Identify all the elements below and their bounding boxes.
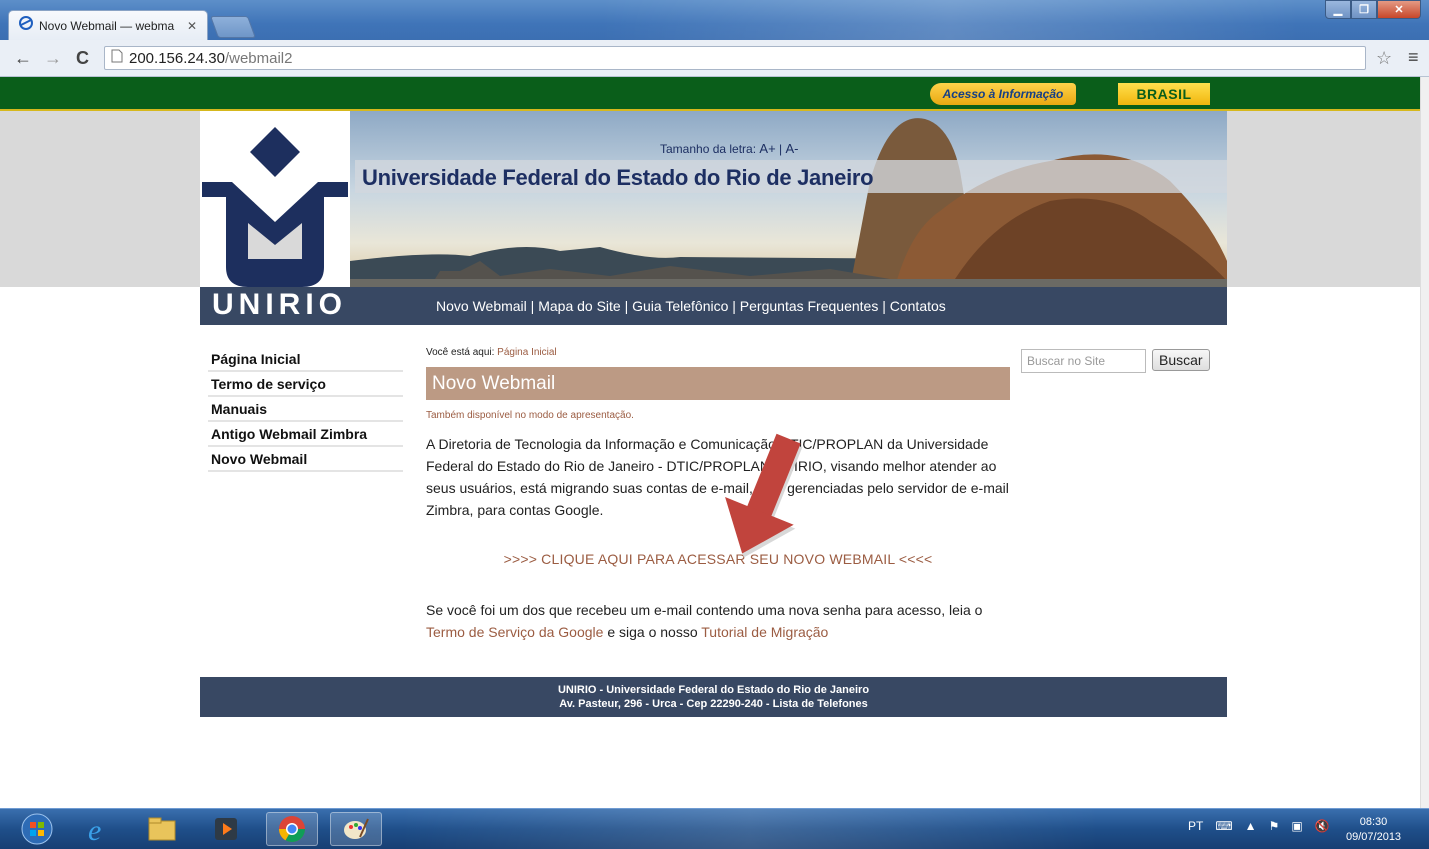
maximize-button[interactable]: ❐: [1351, 0, 1377, 19]
web-page: Acesso à Informação BRASIL Tamanho da le…: [0, 77, 1420, 808]
font-increase-link[interactable]: A+: [759, 141, 775, 156]
window-controls: ▁ ❐ ✕: [1325, 0, 1421, 19]
chrome-menu-icon[interactable]: ≡: [1408, 47, 1419, 68]
search-button[interactable]: Buscar: [1152, 349, 1210, 371]
breadcrumb-link[interactable]: Página Inicial: [497, 347, 556, 358]
network-icon[interactable]: ▣: [1291, 819, 1302, 833]
sidebar-item-novo-webmail[interactable]: Novo Webmail: [208, 447, 403, 472]
font-decrease-link[interactable]: A-: [785, 141, 798, 156]
font-sep: |: [775, 142, 786, 156]
browser-toolbar: ← → C 200.156.24.30/webmail2 ☆ ≡: [0, 40, 1429, 77]
font-size-controls: Tamanho da letra: A+ | A-: [660, 141, 798, 156]
titlebar-glow: [600, 0, 1300, 40]
brasil-link[interactable]: BRASIL: [1118, 83, 1210, 105]
internet-explorer-icon[interactable]: e: [72, 812, 124, 846]
taskbar-glow: [400, 809, 1100, 849]
svg-text:e: e: [88, 814, 101, 844]
header-landscape: [350, 111, 1227, 287]
page-title: Novo Webmail: [426, 367, 1010, 400]
language-indicator[interactable]: PT: [1188, 819, 1203, 833]
unirio-wordmark: UNIRIO: [212, 288, 347, 321]
minimize-button[interactable]: ▁: [1325, 0, 1351, 19]
windows-taskbar: e PT ⌨ ▲ ⚑ ▣ 🔇 08:30 09/07/2013: [0, 808, 1429, 849]
page-scrollbar[interactable]: [1420, 77, 1429, 808]
browser-tab[interactable]: Novo Webmail — webma ✕: [8, 10, 208, 40]
clock-date: 09/07/2013: [1346, 831, 1402, 843]
close-window-button[interactable]: ✕: [1377, 0, 1421, 19]
site-header: Tamanho da letra: A+ | A- Universidade F…: [200, 111, 1227, 287]
url-host: 200.156.24.30: [129, 49, 225, 67]
migration-tutorial-link[interactable]: Tutorial de Migração: [701, 624, 828, 640]
site-search: Buscar: [1021, 349, 1210, 373]
sidebar-item-manuais[interactable]: Manuais: [208, 397, 403, 422]
nav-contatos[interactable]: Contatos: [890, 298, 946, 314]
page-icon: [111, 49, 123, 67]
sidebar-item-pagina-inicial[interactable]: Página Inicial: [208, 347, 403, 372]
system-clock[interactable]: 08:30 09/07/2013: [1346, 815, 1401, 845]
footer-line-2[interactable]: Av. Pasteur, 296 - Urca - Cep 22290-240 …: [200, 697, 1227, 711]
unirio-logo[interactable]: [202, 127, 348, 287]
back-icon[interactable]: ←: [14, 48, 32, 69]
government-bar: Acesso à Informação BRASIL: [0, 77, 1420, 111]
breadcrumb: Você está aqui: Página Inicial: [426, 347, 1010, 358]
google-terms-link[interactable]: Termo de Serviço da Google: [426, 624, 603, 640]
font-size-label: Tamanho da letra:: [660, 142, 760, 156]
presentation-mode-link[interactable]: Também disponível no modo de apresentaçã…: [426, 410, 1010, 421]
paint-icon[interactable]: [330, 812, 382, 846]
keyboard-icon[interactable]: ⌨: [1215, 819, 1232, 833]
footer-line-1: UNIRIO - Universidade Federal do Estado …: [557, 684, 870, 696]
nav-novo-webmail[interactable]: Novo Webmail: [436, 298, 527, 314]
search-input[interactable]: [1021, 349, 1146, 373]
sidebar-item-termo-servico[interactable]: Termo de serviço: [208, 372, 403, 397]
ie-site-icon: [19, 16, 33, 35]
red-arrow-annotation: [725, 433, 803, 558]
p2-text-before: Se você foi um dos que recebeu um e-mail…: [426, 602, 983, 618]
file-explorer-icon[interactable]: [136, 812, 188, 846]
nav-sep: |: [526, 298, 539, 314]
sidebar-item-antigo-webmail[interactable]: Antigo Webmail Zimbra: [208, 422, 403, 447]
start-button[interactable]: [14, 812, 60, 846]
clock-time: 08:30: [1359, 816, 1388, 828]
system-tray: PT ⌨ ▲ ⚑ ▣ 🔇: [1188, 819, 1330, 833]
url-path: /webmail2: [224, 49, 293, 67]
sidebar-menu: Página Inicial Termo de serviço Manuais …: [208, 347, 403, 472]
top-nav-links: Novo Webmail | Mapa do Site | Guia Telef…: [436, 298, 946, 314]
nav-guia-telefonico[interactable]: Guia Telefônico: [632, 298, 728, 314]
browser-titlebar: Novo Webmail — webma ✕ ▁ ❐ ✕: [0, 0, 1429, 40]
show-hidden-icons-icon[interactable]: ▲: [1245, 819, 1257, 833]
new-tab-button[interactable]: [209, 16, 257, 38]
tab-title: Novo Webmail — webma: [39, 18, 175, 33]
acesso-informacao-link[interactable]: Acesso à Informação: [930, 83, 1076, 105]
page-footer: UNIRIO - Universidade Federal do Estado …: [200, 677, 1227, 717]
university-title: Universidade Federal do Estado do Rio de…: [362, 165, 874, 190]
address-bar[interactable]: 200.156.24.30/webmail2: [104, 46, 1366, 70]
volume-muted-icon[interactable]: 🔇: [1315, 819, 1330, 833]
bookmark-star-icon[interactable]: ☆: [1376, 48, 1392, 69]
reload-icon[interactable]: C: [76, 48, 89, 69]
nav-mapa-site[interactable]: Mapa do Site: [538, 298, 621, 314]
p2-text-middle: e siga o nosso: [603, 624, 702, 640]
action-center-flag-icon[interactable]: ⚑: [1269, 819, 1280, 833]
chrome-icon[interactable]: [266, 812, 318, 846]
migration-paragraph: Se você foi um dos que recebeu um e-mail…: [426, 599, 1010, 643]
breadcrumb-prefix: Você está aqui:: [426, 347, 498, 358]
nav-sep: |: [728, 298, 740, 314]
tab-close-icon[interactable]: ✕: [185, 19, 199, 33]
nav-perguntas-frequentes[interactable]: Perguntas Frequentes: [740, 298, 879, 314]
top-navigation: UNIRIO Novo Webmail | Mapa do Site | Gui…: [200, 287, 1227, 325]
nav-sep: |: [620, 298, 633, 314]
nav-sep: |: [878, 298, 890, 314]
media-player-icon[interactable]: [200, 812, 252, 846]
sugarloaf-mountain-image: [350, 118, 1227, 287]
forward-icon[interactable]: →: [44, 48, 62, 69]
